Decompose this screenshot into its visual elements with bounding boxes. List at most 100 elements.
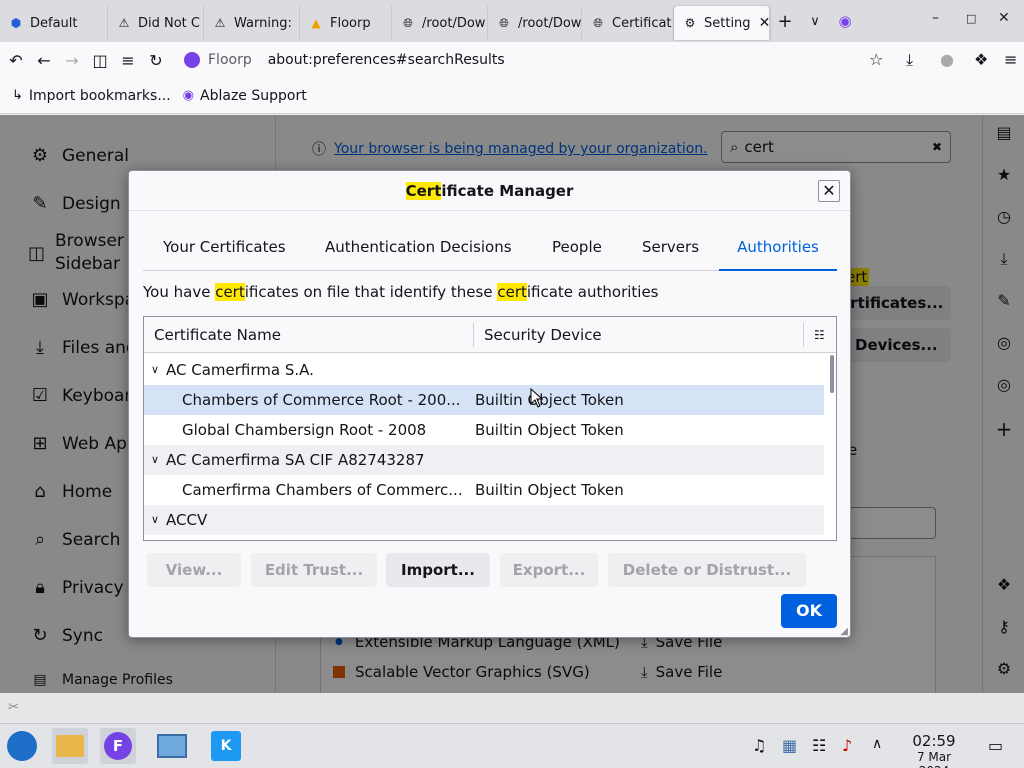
tab-your-certificates[interactable]: Your Certificates: [163, 227, 286, 271]
ok-button[interactable]: OK: [781, 594, 837, 628]
undo-close-icon[interactable]: ↶: [2, 51, 30, 70]
tab-authorities[interactable]: Authorities: [719, 227, 837, 271]
identity-box[interactable]: Floorp: [184, 52, 252, 68]
column-divider: [473, 323, 474, 347]
menu-icon[interactable]: ≡: [1004, 50, 1017, 69]
floorp-icon: ◉: [182, 88, 195, 103]
close-tab-icon[interactable]: ✕: [759, 15, 769, 31]
desc-highlight: cert: [497, 283, 527, 301]
account-icon[interactable]: ●: [940, 50, 954, 69]
close-dialog-button[interactable]: ✕: [818, 180, 840, 202]
forward-button[interactable]: →: [58, 51, 86, 70]
globe-icon: 🌐︎: [593, 15, 603, 30]
group-name: AC Camerfirma SA CIF A82743287: [166, 451, 425, 469]
chevron-down-icon[interactable]: ∨: [151, 355, 159, 385]
mouse-cursor-icon: [530, 388, 544, 408]
tab-servers[interactable]: Servers: [642, 227, 699, 271]
close-window-icon[interactable]: ✕: [998, 10, 1010, 26]
cert-device: Builtin Object Token: [475, 391, 624, 409]
tab-default[interactable]: ⬢ Default: [0, 6, 108, 40]
list-tabs-button[interactable]: ∨: [800, 14, 830, 29]
certificate-tree[interactable]: Certificate Name Security Device ☷ ∨ AC …: [143, 316, 837, 541]
tab-strip: ⬢ Default ⚠ Did Not C ⚠ Warning: ▲ Floor…: [0, 0, 1024, 42]
floorp-icon: F: [104, 732, 132, 760]
browser-icon: ⬢: [10, 16, 22, 30]
column-picker-icon[interactable]: ☷: [814, 317, 825, 353]
start-orb-icon: [7, 731, 37, 761]
url-bar[interactable]: Floorp about:preferences#searchResults: [176, 46, 894, 74]
clipboard-icon[interactable]: ☷: [812, 736, 826, 755]
dialog-description: You have certificates on file that ident…: [143, 283, 659, 301]
taskbar-system-settings[interactable]: [154, 728, 190, 764]
minimize-icon[interactable]: –: [932, 10, 939, 26]
taskbar-file-manager[interactable]: [52, 728, 88, 764]
tab-people[interactable]: People: [552, 227, 602, 271]
taskbar-floorp[interactable]: F: [100, 728, 136, 764]
back-button[interactable]: ←: [30, 51, 58, 70]
tree-scrollbar[interactable]: [830, 355, 834, 393]
bookmark-ablaze-support[interactable]: ◉ Ablaze Support: [183, 88, 307, 104]
tab-title: Default: [30, 15, 78, 31]
tab-certificate[interactable]: 🌐︎ Certificat: [582, 6, 674, 40]
gear-icon: ⚙: [684, 16, 696, 30]
tab-root-downloads-2[interactable]: 🌐︎ /root/Dow: [488, 6, 582, 40]
taskbar-kde[interactable]: K: [208, 728, 244, 764]
tab-warning[interactable]: ⚠ Warning:: [204, 6, 300, 40]
notification-bell-icon[interactable]: ♫: [752, 736, 766, 755]
tree-row-group[interactable]: ∨ AC Camerfirma SA CIF A82743287: [144, 445, 824, 475]
tab-settings[interactable]: ⚙ Setting ✕: [674, 6, 770, 40]
floorp-menu-icon[interactable]: ◉: [830, 12, 860, 30]
cert-device: Builtin Object Token: [475, 481, 624, 499]
group-name: ACCV: [166, 511, 208, 529]
group-name: AC Camerfirma S.A.: [166, 361, 314, 379]
downloads-icon[interactable]: ⤓: [906, 50, 913, 70]
dialog-title: Certificate Manager: [129, 171, 850, 211]
volume-muted-icon[interactable]: ♪: [842, 736, 852, 755]
scissors-icon: ✂: [8, 700, 19, 715]
maximize-icon[interactable]: □: [966, 12, 976, 25]
cert-device: Builtin Object Token: [475, 421, 624, 439]
column-certificate-name[interactable]: Certificate Name: [154, 317, 281, 353]
start-menu-button[interactable]: [4, 728, 40, 764]
tab-title: Warning:: [234, 15, 292, 31]
view-button[interactable]: View...: [147, 553, 241, 587]
show-desktop-icon[interactable]: ▭: [988, 736, 1003, 755]
delete-distrust-button[interactable]: Delete or Distrust...: [608, 553, 806, 587]
sidebar-toggle-icon[interactable]: ◫: [86, 51, 114, 70]
tab-authentication-decisions[interactable]: Authentication Decisions: [325, 227, 512, 271]
url-text[interactable]: about:preferences#searchResults: [268, 52, 505, 68]
clock[interactable]: 02:59 7 Mar 2024: [902, 732, 966, 768]
tree-row-cert[interactable]: Camerfirma Chambers of Commerc... Builti…: [144, 475, 824, 505]
kde-icon: K: [211, 731, 241, 761]
chevron-down-icon[interactable]: ∨: [151, 505, 159, 535]
bookmark-star-icon[interactable]: ☆: [869, 50, 883, 69]
resize-grip-icon[interactable]: ◢: [840, 626, 848, 637]
bookmark-import[interactable]: ↳ Import bookmarks...: [12, 88, 171, 104]
tray-expand-icon[interactable]: ∧: [872, 736, 882, 752]
export-button[interactable]: Export...: [500, 553, 598, 587]
chevron-down-icon[interactable]: ∨: [151, 445, 159, 475]
tree-row-group[interactable]: ∨ AC Camerfirma S.A.: [144, 355, 824, 385]
tree-row-group[interactable]: ∨ ACCV: [144, 505, 824, 535]
warning-icon: ⚠: [214, 16, 226, 30]
warning-icon: ⚠: [118, 16, 130, 30]
extensions-icon[interactable]: ❖: [974, 50, 988, 69]
dialog-tabs: Your Certificates Authentication Decisio…: [143, 227, 837, 271]
edit-trust-button[interactable]: Edit Trust...: [251, 553, 377, 587]
reload-button[interactable]: ↻: [142, 51, 170, 70]
list-icon[interactable]: ≡: [114, 51, 142, 70]
cert-name: Global Chambersign Root - 2008: [182, 421, 427, 439]
tab-root-downloads-1[interactable]: 🌐︎ /root/Dow: [392, 6, 488, 40]
tab-floorp[interactable]: ▲ Floorp: [300, 6, 392, 40]
import-button[interactable]: Import...: [386, 553, 490, 587]
cert-name: Chambers of Commerce Root - 200...: [182, 391, 461, 409]
tree-row-cert[interactable]: Chambers of Commerce Root - 200... Built…: [144, 385, 824, 415]
tab-title: /root/Dow: [518, 15, 582, 31]
tab-title: Setting: [704, 15, 751, 31]
column-security-device[interactable]: Security Device: [484, 317, 602, 353]
tree-row-cert[interactable]: Global Chambersign Root - 2008 Builtin O…: [144, 415, 824, 445]
network-icon[interactable]: ▦: [782, 736, 797, 755]
monitor-icon: [157, 734, 187, 758]
tab-did-not-connect[interactable]: ⚠ Did Not C: [108, 6, 204, 40]
new-tab-button[interactable]: +: [770, 11, 800, 32]
